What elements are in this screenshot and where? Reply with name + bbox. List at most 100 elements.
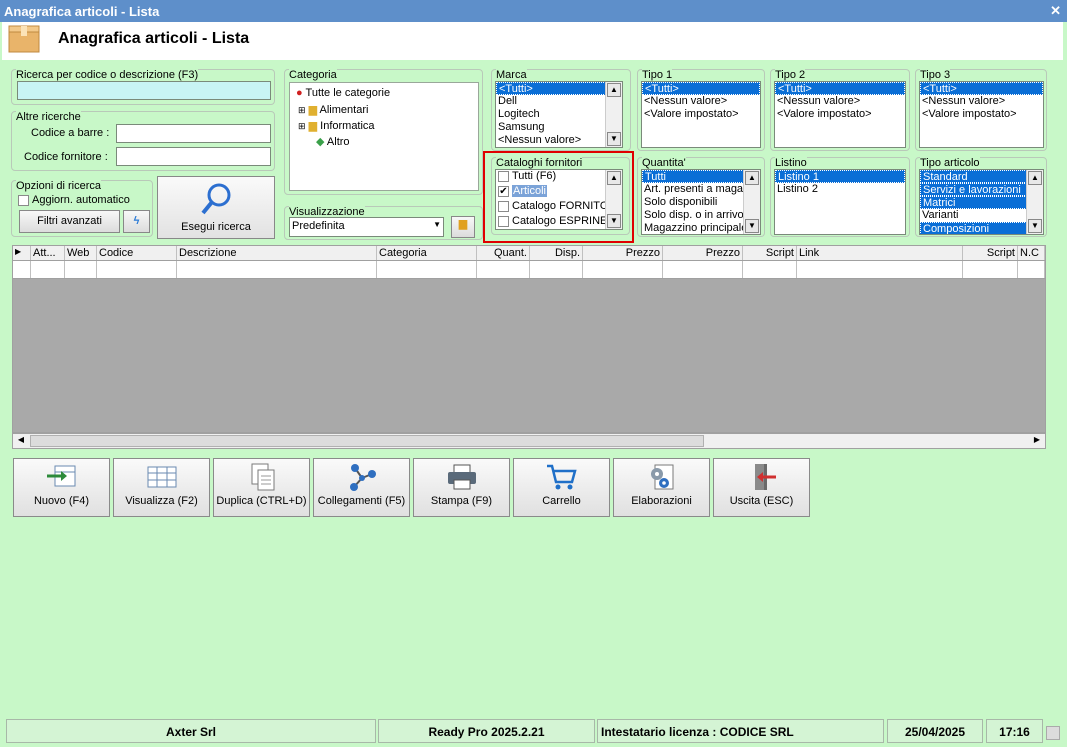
advanced-filters-button[interactable]: Filtri avanzati bbox=[19, 210, 120, 233]
column-header[interactable]: Web bbox=[65, 246, 97, 260]
barcode-input[interactable] bbox=[116, 124, 271, 143]
checkbox-box[interactable] bbox=[498, 200, 509, 212]
supplier-code-input[interactable] bbox=[116, 147, 271, 166]
links-label: Collegamenti (F5) bbox=[317, 495, 406, 507]
column-header[interactable]: Prezzo bbox=[663, 246, 743, 260]
column-header[interactable]: Categoria bbox=[377, 246, 477, 260]
close-icon[interactable]: ✕ bbox=[1050, 3, 1061, 19]
new-button[interactable]: Nuovo (F4) bbox=[13, 458, 110, 517]
list-item[interactable]: Catalogo FORNITOR bbox=[496, 200, 622, 215]
quantita-list[interactable]: Tutti Art. presenti a magaz Solo disponi… bbox=[641, 169, 761, 235]
check-icon[interactable]: ✔ bbox=[498, 185, 509, 197]
column-header[interactable]: Link bbox=[797, 246, 963, 260]
chevron-down-icon[interactable]: ▼ bbox=[433, 220, 441, 229]
scroll-up-icon[interactable]: ▲ bbox=[607, 171, 621, 185]
lightning-icon[interactable]: ϟ bbox=[123, 210, 150, 233]
list-item[interactable]: Varianti bbox=[920, 209, 1043, 222]
category-tree[interactable]: ● Tutte le categorie ⊞ ▆ Alimentari ⊞ ▆ … bbox=[289, 82, 479, 191]
scroll-right-icon[interactable]: ▶ bbox=[1030, 435, 1044, 447]
scroll-down-icon[interactable]: ▼ bbox=[607, 214, 621, 228]
scrollbar[interactable]: ▲ ▼ bbox=[1026, 170, 1043, 234]
cart-button[interactable]: Carrello bbox=[513, 458, 610, 517]
auto-update-checkbox[interactable]: Aggiorn. automatico bbox=[18, 194, 130, 206]
checkbox-box[interactable] bbox=[18, 194, 29, 206]
list-item[interactable]: <Tutti> bbox=[496, 82, 622, 95]
tipo2-list[interactable]: <Tutti> <Nessun valore> <Valore impostat… bbox=[774, 81, 906, 148]
print-button[interactable]: Stampa (F9) bbox=[413, 458, 510, 517]
scroll-down-icon[interactable]: ▼ bbox=[607, 132, 621, 146]
list-item[interactable]: Logitech bbox=[496, 108, 622, 121]
folder-icon[interactable]: ▆ bbox=[451, 216, 475, 238]
processing-button[interactable]: Elaborazioni bbox=[613, 458, 710, 517]
grid-body[interactable] bbox=[12, 278, 1046, 433]
search-input[interactable] bbox=[17, 81, 271, 100]
list-item[interactable]: ✔ Articoli bbox=[496, 185, 622, 200]
package-icon bbox=[8, 24, 40, 54]
checkbox-box[interactable] bbox=[498, 215, 509, 227]
scroll-down-icon[interactable]: ▼ bbox=[745, 219, 759, 233]
list-item[interactable]: Samsung bbox=[496, 121, 622, 134]
list-item[interactable]: <Valore impostato> bbox=[642, 108, 760, 121]
tree-root[interactable]: ● Tutte le categorie bbox=[296, 87, 390, 99]
column-header[interactable]: Att... bbox=[31, 246, 65, 260]
exit-button[interactable]: Uscita (ESC) bbox=[713, 458, 810, 517]
scroll-down-icon[interactable]: ▼ bbox=[1028, 219, 1042, 233]
scrollbar[interactable]: ▲ ▼ bbox=[743, 170, 760, 234]
horizontal-scrollbar[interactable]: ◀ ▶ bbox=[12, 433, 1046, 449]
scroll-left-icon[interactable]: ◀ bbox=[14, 435, 28, 447]
column-header[interactable]: Prezzo bbox=[583, 246, 663, 260]
list-item[interactable]: <Tutti> bbox=[642, 82, 760, 95]
list-item[interactable]: Tutti (F6) bbox=[496, 170, 622, 185]
scroll-thumb[interactable] bbox=[30, 435, 704, 447]
status-date: 25/04/2025 bbox=[887, 719, 983, 743]
list-item[interactable]: Dell bbox=[496, 95, 622, 108]
listino-list[interactable]: Listino 1 Listino 2 bbox=[774, 169, 906, 235]
resize-grip[interactable] bbox=[1046, 726, 1060, 740]
list-item[interactable]: <Tutti> bbox=[920, 82, 1043, 95]
column-header[interactable]: Disp. bbox=[530, 246, 583, 260]
search-group: Ricerca per codice o descrizione (F3) bbox=[11, 69, 275, 105]
tree-item-informatica[interactable]: ⊞ ▆ Informatica bbox=[298, 119, 375, 132]
scroll-up-icon[interactable]: ▲ bbox=[745, 171, 759, 185]
column-header[interactable]: Descrizione bbox=[177, 246, 377, 260]
duplicate-button[interactable]: Duplica (CTRL+D) bbox=[213, 458, 310, 517]
column-header[interactable]: Script bbox=[743, 246, 797, 260]
expand-icon[interactable]: ⊞ bbox=[298, 105, 306, 115]
column-header[interactable]: Codice bbox=[97, 246, 177, 260]
column-header[interactable]: N.C bbox=[1018, 246, 1045, 260]
cataloghi-list[interactable]: Tutti (F6) ✔ Articoli Catalogo FORNITOR C… bbox=[495, 169, 623, 230]
marca-list[interactable]: <Tutti> Dell Logitech Samsung <Nessun va… bbox=[495, 81, 623, 148]
list-item[interactable]: Listino 2 bbox=[775, 183, 905, 196]
list-item[interactable]: <Nessun valore> bbox=[775, 95, 905, 108]
scroll-up-icon[interactable]: ▲ bbox=[1028, 171, 1042, 185]
list-item[interactable]: <Nessun valore> bbox=[496, 134, 622, 147]
scrollbar[interactable]: ▲ ▼ bbox=[605, 170, 622, 229]
links-button[interactable]: Collegamenti (F5) bbox=[313, 458, 410, 517]
list-item[interactable]: <Valore impostato> bbox=[920, 108, 1043, 121]
view-button[interactable]: Visualizza (F2) bbox=[113, 458, 210, 517]
list-item[interactable]: <Tutti> bbox=[775, 82, 905, 95]
execute-search-button[interactable]: Esegui ricerca bbox=[157, 176, 275, 239]
checkbox-box[interactable] bbox=[498, 170, 509, 182]
list-item[interactable]: <Nessun valore> bbox=[920, 95, 1043, 108]
tipo1-list[interactable]: <Tutti> <Nessun valore> <Valore impostat… bbox=[641, 81, 761, 148]
tipo3-list[interactable]: <Tutti> <Nessun valore> <Valore impostat… bbox=[919, 81, 1044, 148]
expand-icon[interactable]: ⊞ bbox=[298, 121, 306, 131]
list-item[interactable]: Matrici bbox=[920, 196, 1043, 209]
tipo-articolo-list[interactable]: Standard Servizi e lavorazioni Matrici V… bbox=[919, 169, 1044, 235]
tree-item-alimentari[interactable]: ⊞ ▆ Alimentari bbox=[298, 103, 368, 116]
list-item[interactable]: <Nessun valore> bbox=[642, 95, 760, 108]
list-item[interactable]: Catalogo ESPRINET bbox=[496, 215, 622, 229]
column-header[interactable]: Script bbox=[963, 246, 1018, 260]
column-header[interactable]: Quant. bbox=[477, 246, 530, 260]
table-row[interactable] bbox=[12, 261, 1046, 278]
view-select[interactable]: Predefinita ▼ bbox=[289, 217, 444, 237]
tree-item-altro[interactable]: ◆ Altro bbox=[316, 135, 350, 148]
list-item[interactable]: Servizi e lavorazioni bbox=[920, 183, 1043, 196]
list-item[interactable]: <Valore impostato> bbox=[775, 108, 905, 121]
scrollbar[interactable]: ▲ ▼ bbox=[605, 82, 622, 147]
scroll-up-icon[interactable]: ▲ bbox=[607, 83, 621, 97]
list-item[interactable]: Standard bbox=[920, 170, 1043, 183]
list-item[interactable]: Composizioni bbox=[920, 222, 1043, 234]
list-item[interactable]: Listino 1 bbox=[775, 170, 905, 183]
